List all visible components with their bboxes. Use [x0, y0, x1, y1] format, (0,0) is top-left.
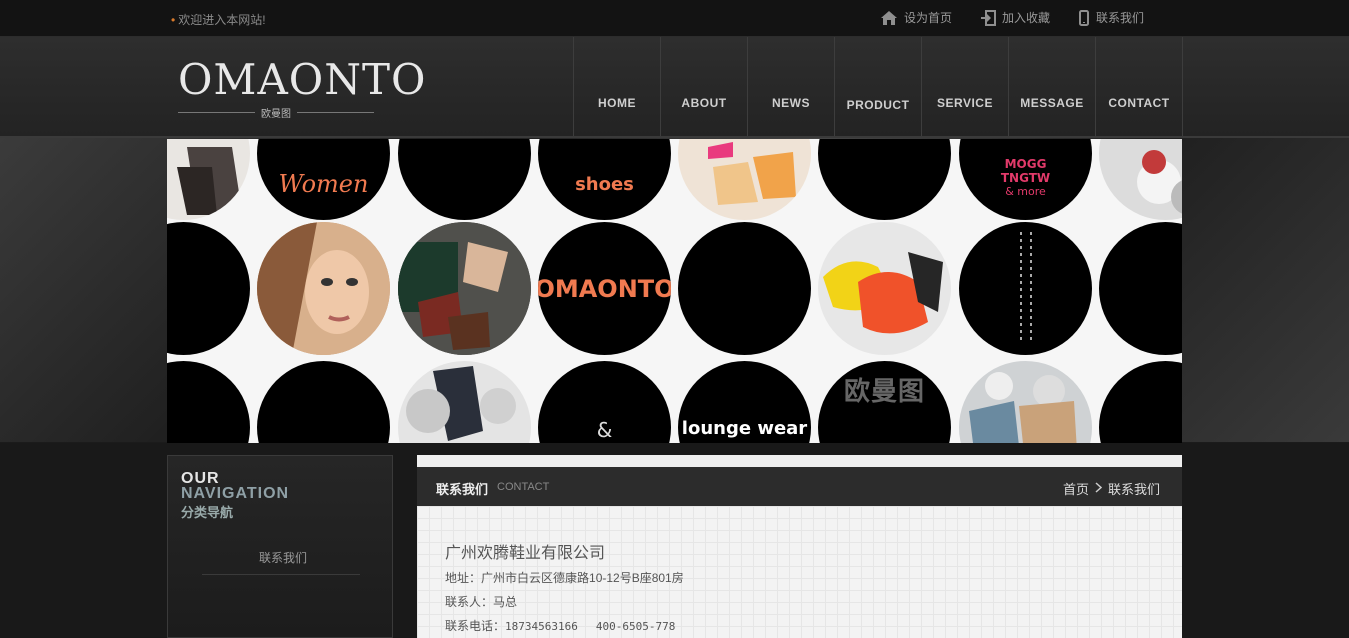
contact-us-link[interactable]: 联系我们	[1078, 9, 1144, 26]
banner-circle: lounge wear	[678, 361, 811, 443]
logo[interactable]: OMAONTO 欧曼图	[178, 55, 427, 123]
banner-circle	[398, 222, 531, 355]
nav-product[interactable]: PRODUCT	[835, 37, 922, 136]
banner-circle	[167, 222, 250, 355]
banner-circle	[818, 222, 951, 355]
banner-circle	[257, 222, 390, 355]
content-panel: 联系我们 CONTACT 首页 联系我们 广州欢腾鞋业有限公司 地址：广州市白云…	[417, 455, 1182, 638]
breadcrumb-home[interactable]: 首页	[1063, 479, 1089, 498]
main-nav: HOME ABOUT NEWS PRODUCT SERVICE MESSAGE …	[573, 37, 1183, 136]
banner-circle	[678, 222, 811, 355]
banner-circle	[257, 361, 390, 443]
phone-icon	[1078, 9, 1090, 26]
header: OMAONTO 欧曼图 HOME ABOUT NEWS PRODUCT SERV…	[0, 37, 1349, 138]
banner-circle: shoes	[538, 139, 671, 220]
content-body: 广州欢腾鞋业有限公司 地址：广州市白云区德康路10-12号B座801房 联系人：…	[417, 506, 1182, 638]
nav-about[interactable]: ABOUT	[661, 37, 748, 136]
logo-subtitle: 欧曼图	[178, 105, 374, 120]
add-favorite-link[interactable]: 加入收藏	[980, 9, 1050, 26]
banner-circle	[398, 361, 531, 443]
nav-message[interactable]: MESSAGE	[1009, 37, 1096, 136]
logo-text: OMAONTO	[178, 55, 427, 104]
nav-home[interactable]: HOME	[574, 37, 661, 136]
home-icon	[880, 10, 898, 26]
breadcrumb: 首页 联系我们	[1063, 479, 1160, 498]
banner-circle: OMAONTO	[538, 222, 671, 355]
sidebar-item-contact[interactable]: 联系我们	[188, 549, 378, 566]
banner: Women shoes MOGG TNGTW & more OMAONTO &	[167, 139, 1182, 443]
banner-circle: MOGG TNGTW & more	[959, 139, 1092, 220]
banner-circle	[167, 139, 250, 220]
banner-circle	[167, 361, 250, 443]
top-bar: • 欢迎进入本网站! 设为首页 加入收藏 联系我们	[0, 0, 1349, 37]
banner-circle	[1099, 139, 1182, 220]
set-homepage-link[interactable]: 设为首页	[880, 9, 952, 26]
bullet-icon: •	[171, 13, 176, 27]
sidebar: OUR NAVIGATION 分类导航 联系我们	[167, 455, 393, 638]
content-top-strip	[417, 455, 1182, 467]
banner-circle	[959, 361, 1092, 443]
banner-circle	[818, 139, 951, 220]
banner-circle: Women	[257, 139, 390, 220]
sidebar-heading-navigation: NAVIGATION	[181, 485, 290, 502]
sidebar-heading-cn: 分类导航	[181, 505, 234, 520]
nav-news[interactable]: NEWS	[748, 37, 835, 136]
address-line: 地址：广州市白云区德康路10-12号B座801房	[445, 571, 684, 585]
phone-line: 联系电话：18734563166 400-6505-778	[445, 619, 676, 633]
top-links: 设为首页 加入收藏 联系我们	[880, 9, 1144, 26]
nav-service[interactable]: SERVICE	[922, 37, 1009, 136]
banner-circle	[959, 222, 1092, 355]
banner-circle	[678, 139, 811, 220]
banner-circle	[398, 139, 531, 220]
banner-circle: 欧曼图	[818, 361, 951, 443]
nav-contact[interactable]: CONTACT	[1096, 37, 1183, 136]
login-icon	[980, 9, 997, 26]
divider	[178, 112, 255, 113]
company-name: 广州欢腾鞋业有限公司	[445, 545, 606, 562]
contact-person-line: 联系人：马总	[445, 595, 518, 609]
banner-circle	[1099, 222, 1182, 355]
divider	[297, 112, 374, 113]
welcome-text: • 欢迎进入本网站!	[171, 13, 266, 27]
page-title-en: CONTACT	[497, 481, 550, 493]
banner-circle: &	[538, 361, 671, 443]
content-title-bar: 联系我们 CONTACT 首页 联系我们	[417, 467, 1182, 506]
chevron-right-icon	[1095, 481, 1103, 496]
banner-circle	[1099, 361, 1182, 443]
page-title: 联系我们	[436, 482, 489, 497]
breadcrumb-current[interactable]: 联系我们	[1108, 479, 1160, 498]
divider	[202, 574, 360, 575]
